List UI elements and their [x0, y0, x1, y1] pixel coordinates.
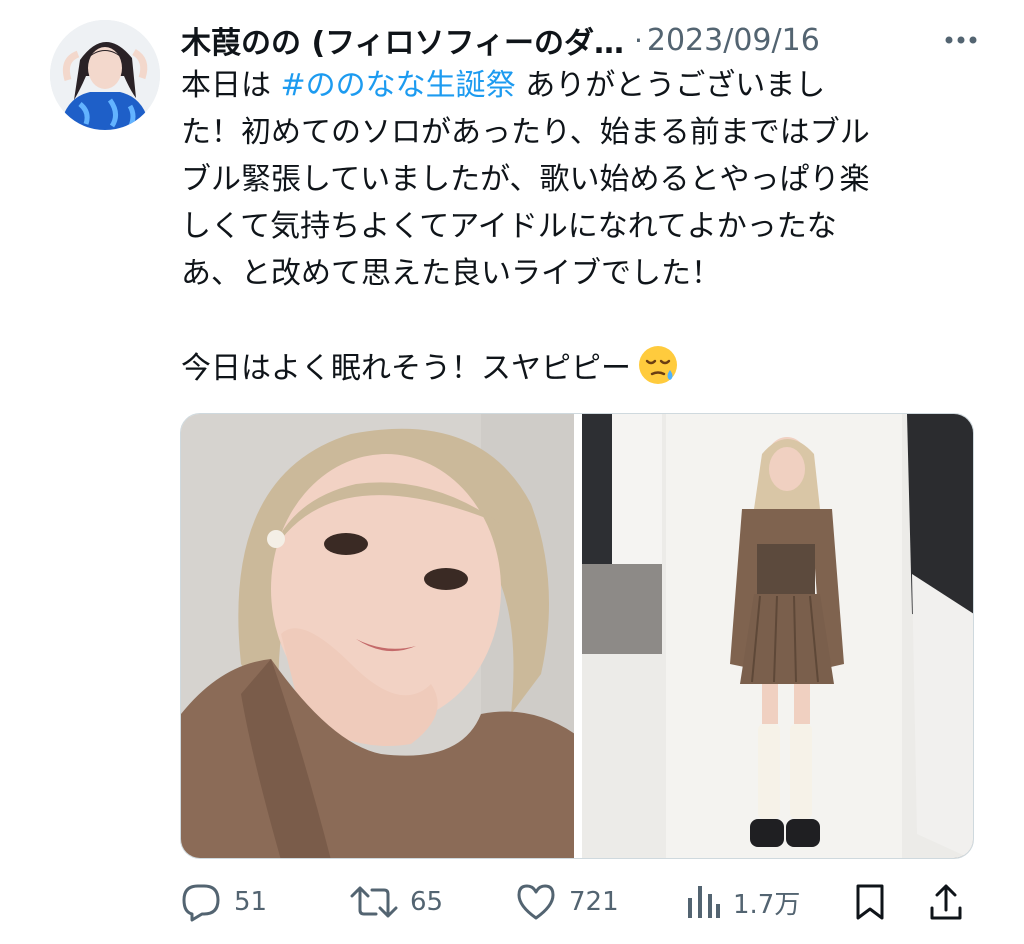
like-button[interactable]: 721: [515, 882, 619, 922]
tweet-timestamp[interactable]: 2023/09/16: [647, 23, 820, 58]
tweet-text-line: あ、と改めて思えた良いライブでした！: [181, 256, 721, 291]
media-divider: [574, 414, 582, 858]
reply-count: 51: [234, 887, 268, 917]
tweet-header: 木葭のの (フィロソフィーのダ… · 2023/09/16: [181, 18, 981, 62]
tweet-text: 本日は #ののなな生誕祭 ありがとうございまし た！初めてのソロがあったり、始ま…: [181, 62, 981, 391]
photo-full-body[interactable]: [581, 414, 973, 858]
heart-icon: [517, 884, 555, 920]
reply-button[interactable]: 51: [180, 882, 267, 922]
tweet-text-line: 今日はよく眠れそう！スヤピピー: [181, 344, 981, 391]
views-button[interactable]: 1.7万: [685, 882, 800, 922]
avatar[interactable]: [50, 20, 160, 130]
tweet-text-line: 本日は #ののなな生誕祭 ありがとうございまし: [181, 62, 981, 109]
bookmark-button[interactable]: [854, 882, 886, 922]
photo-selfie[interactable]: [181, 414, 574, 858]
media-gallery: [180, 413, 974, 859]
hashtag-link[interactable]: #ののなな生誕祭: [281, 68, 516, 103]
tweet-text-line: た！初めてのソロがあったり、始まる前まではブル: [181, 115, 870, 150]
tweet-text-line: しくて気持ちよくてアイドルになれてよかったな: [181, 209, 837, 244]
reply-icon: [182, 884, 220, 922]
share-button[interactable]: [928, 882, 964, 922]
tweet-text-segment: ありがとうございまし: [515, 68, 826, 103]
bookmark-icon: [856, 884, 884, 920]
share-icon: [930, 884, 962, 920]
view-count: 1.7万: [733, 889, 801, 920]
like-count: 721: [569, 887, 619, 917]
author-display-name[interactable]: 木葭のの (フィロソフィーのダ…: [181, 18, 624, 62]
views-chart-icon: [688, 886, 720, 918]
sleepy-face-emoji: [639, 346, 677, 384]
retweet-icon: [350, 886, 398, 918]
tweet-text-line: ブル緊張していましたが、歌い始めるとやっぱり楽: [181, 162, 870, 197]
profile-photo: [50, 20, 160, 130]
tweet-text-segment: 今日はよく眠れそう！スヤピピー: [181, 351, 631, 386]
retweet-button[interactable]: 65: [350, 882, 443, 922]
tweet-text-segment: 本日は: [181, 68, 281, 103]
action-bar: 51 65 721 1.7万: [180, 872, 980, 932]
retweet-count: 65: [410, 887, 444, 917]
header-separator: ·: [633, 23, 643, 57]
more-dots-icon[interactable]: [941, 24, 981, 56]
